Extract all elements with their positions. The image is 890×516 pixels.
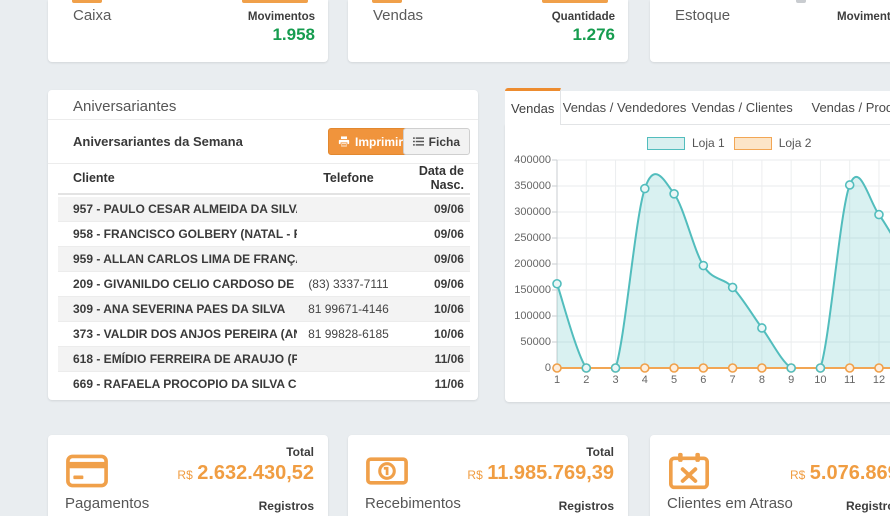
- table-row: 958 - FRANCISCO GOLBERY (NATAL - RN) 09/0…: [58, 222, 470, 247]
- card-title: Estoque: [675, 7, 730, 24]
- summary-card-pagamentos: Total R$ 2.632.430,52 Pagamentos Registr…: [48, 435, 328, 516]
- cut-off-icon: [796, 0, 806, 3]
- birthdays-table-header: Cliente Telefone Data de Nasc.: [58, 163, 470, 195]
- cell-data-nasc: 09/06: [400, 277, 470, 291]
- ficha-button-label: Ficha: [429, 135, 460, 149]
- legend-swatch: [647, 137, 685, 150]
- legend-label: Loja 1: [692, 136, 725, 150]
- cell-telefone: 81 99828-6185: [297, 327, 400, 341]
- cell-cliente: 669 - RAFAELA PROCOPIO DA SILVA CA...: [58, 377, 297, 390]
- sales-chart[interactable]: [505, 154, 890, 402]
- cell-cliente: 309 - ANA SEVERINA PAES DA SILVA: [58, 302, 297, 316]
- cell-cliente: 957 - PAULO CESAR ALMEIDA DA SILVA: [58, 202, 297, 216]
- table-row: 959 - ALLAN CARLOS LIMA DE FRANÇA 09/06: [58, 247, 470, 272]
- table-row: 957 - PAULO CESAR ALMEIDA DA SILVA 09/06: [58, 197, 470, 222]
- summary-card-clientes-em-atraso: R$ 5.076.869 Clientes em Atraso Registro…: [650, 435, 890, 516]
- currency-symbol: R$: [467, 468, 482, 482]
- cell-data-nasc: 09/06: [400, 252, 470, 266]
- amount: 2.632.430,52: [197, 462, 314, 484]
- cut-off-value: [542, 0, 608, 3]
- column-header-telefone: Telefone: [297, 171, 400, 185]
- metric-value: 1.276: [572, 25, 615, 45]
- sales-tabs: VendasVendas / VendedoresVendas / Client…: [505, 88, 890, 125]
- total-value: R$ 2.632.430,52: [177, 462, 314, 485]
- currency-symbol: R$: [790, 468, 805, 482]
- tab-vendas-produtos[interactable]: Vendas / Produtos: [796, 91, 890, 125]
- cell-cliente: 209 - GIVANILDO CELIO CARDOSO DE ...: [58, 277, 297, 291]
- card-title: Clientes em Atraso: [667, 495, 793, 512]
- registros-label: Registros: [559, 499, 614, 513]
- tab-vendas[interactable]: Vendas: [505, 88, 561, 125]
- metric-card-estoque: Estoque Movimentos: [650, 0, 890, 62]
- birthdays-toolbar: Aniversariantes da Semana Imprimir Fich: [48, 120, 478, 164]
- printer-icon: [338, 136, 350, 148]
- credit-card-icon: [65, 451, 109, 491]
- cut-off-value: [242, 0, 308, 3]
- cell-cliente: 959 - ALLAN CARLOS LIMA DE FRANÇA: [58, 252, 297, 266]
- ficha-button[interactable]: Ficha: [403, 128, 470, 155]
- cell-data-nasc: 10/06: [400, 327, 470, 341]
- table-row: 209 - GIVANILDO CELIO CARDOSO DE ...(83)…: [58, 272, 470, 297]
- cell-data-nasc: 10/06: [400, 302, 470, 316]
- cell-data-nasc: 09/06: [400, 202, 470, 216]
- sales-panel: VendasVendas / VendedoresVendas / Client…: [505, 88, 890, 402]
- cut-off-icon: [72, 0, 102, 3]
- metric-value: 1.958: [272, 25, 315, 45]
- metric-label: Movimentos: [248, 11, 315, 23]
- cell-cliente: 373 - VALDIR DOS ANJOS PEREIRA (AN...: [58, 327, 297, 341]
- summary-card-recebimentos: Total R$ 11.985.769,39 Recebimentos Regi…: [348, 435, 628, 516]
- chart-legend: Loja 1 Loja 2: [647, 136, 811, 150]
- legend-swatch: [734, 137, 772, 150]
- metric-card-caixa: Caixa Movimentos 1.958: [48, 0, 328, 62]
- card-title: Pagamentos: [65, 495, 149, 512]
- birthdays-card: Aniversariantes Aniversariantes da Seman…: [48, 90, 478, 400]
- cell-data-nasc: 09/06: [400, 227, 470, 241]
- legend-item-loja-2[interactable]: Loja 2: [734, 136, 812, 150]
- cell-cliente: 958 - FRANCISCO GOLBERY (NATAL - RN): [58, 227, 297, 241]
- legend-item-loja-1[interactable]: Loja 1: [647, 136, 725, 150]
- registros-label: Registros: [846, 499, 890, 513]
- table-row: 373 - VALDIR DOS ANJOS PEREIRA (AN...81 …: [58, 322, 470, 347]
- list-icon: [413, 136, 424, 147]
- imprimir-button[interactable]: Imprimir: [328, 128, 413, 155]
- money-bill-icon: [365, 451, 409, 491]
- registros-label: Registros: [259, 499, 314, 513]
- cell-data-nasc: 11/06: [400, 352, 470, 366]
- cell-data-nasc: 11/06: [400, 377, 470, 390]
- legend-label: Loja 2: [779, 136, 812, 150]
- metric-label: Movimentos: [837, 11, 890, 23]
- total-label: Total: [586, 445, 614, 459]
- cell-telefone: (83) 3337-7111: [297, 277, 400, 291]
- cell-cliente: 618 - EMÍDIO FERREIRA DE ARAUJO (P...: [58, 352, 297, 366]
- tab-vendas-vendedores[interactable]: Vendas / Vendedores: [561, 91, 687, 125]
- cut-off-icon: [372, 0, 402, 3]
- birthdays-title: Aniversariantes: [73, 98, 176, 115]
- column-header-cliente: Cliente: [58, 171, 297, 185]
- total-label: Total: [286, 445, 314, 459]
- card-title: Caixa: [73, 7, 111, 24]
- table-row: 309 - ANA SEVERINA PAES DA SILVA81 99671…: [58, 297, 470, 322]
- total-value: R$ 5.076.869: [790, 462, 890, 485]
- tab-vendas-clientes[interactable]: Vendas / Clientes: [688, 91, 797, 125]
- table-row: 669 - RAFAELA PROCOPIO DA SILVA CA... 11/…: [58, 372, 470, 390]
- imprimir-button-label: Imprimir: [355, 135, 403, 149]
- birthdays-card-header: Aniversariantes: [48, 90, 478, 120]
- cell-telefone: 81 99671-4146: [297, 302, 400, 316]
- metric-card-vendas: Vendas Quantidade 1.276: [348, 0, 628, 62]
- metric-label: Quantidade: [552, 11, 615, 23]
- card-title: Recebimentos: [365, 495, 461, 512]
- amount: 11.985.769,39: [487, 462, 614, 484]
- column-header-data-nasc: Data de Nasc.: [400, 164, 470, 192]
- birthdays-subtitle: Aniversariantes da Semana: [73, 134, 243, 149]
- amount: 5.076.869: [810, 462, 890, 484]
- total-value: R$ 11.985.769,39: [467, 462, 614, 485]
- birthdays-table-body: 957 - PAULO CESAR ALMEIDA DA SILVA09/069…: [58, 197, 470, 390]
- table-row: 618 - EMÍDIO FERREIRA DE ARAUJO (P... 11/…: [58, 347, 470, 372]
- calendar-x-icon: [667, 451, 711, 491]
- currency-symbol: R$: [177, 468, 192, 482]
- dashboard-screen: Caixa Movimentos 1.958 Vendas Quantidade…: [0, 0, 890, 516]
- card-title: Vendas: [373, 7, 423, 24]
